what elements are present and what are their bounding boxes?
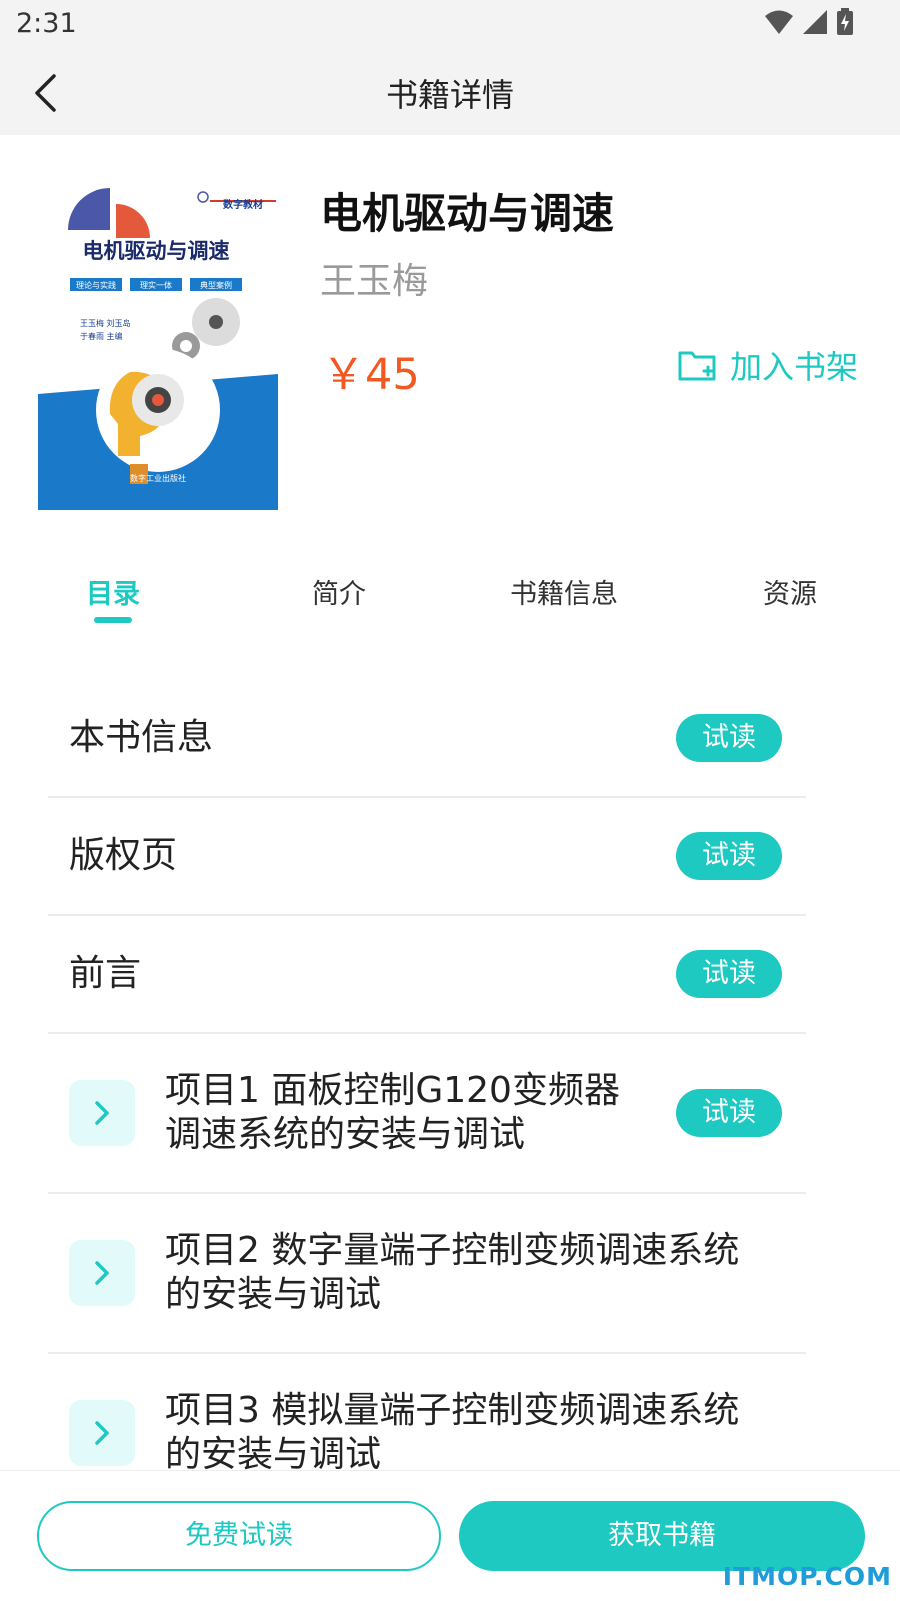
cover-tag-3: 典型案例 (200, 280, 232, 290)
status-time: 2:31 (16, 8, 77, 39)
trial-read-button[interactable]: 试读 (676, 1089, 782, 1137)
expand-button[interactable] (69, 1080, 135, 1146)
get-book-button[interactable]: 获取书籍 (459, 1501, 865, 1571)
tab-intro[interactable]: 简介 (312, 572, 366, 611)
chapter-title-line: 项目1 面板控制G120变频器 (165, 1070, 620, 1111)
chapter-title-line: 调速系统的安装与调试 (165, 1114, 526, 1155)
expand-button[interactable] (69, 1400, 135, 1466)
tab-book-info[interactable]: 书籍信息 (510, 572, 618, 611)
add-to-shelf-button[interactable]: 加入书架 (678, 342, 858, 388)
book-cover[interactable]: 数字教材 电机驱动与调速 理论与实践 理实一体 典型案例 王玉梅 刘玉岛 于春雨… (38, 174, 278, 510)
cover-badge: 数字教材 (223, 198, 263, 211)
chevron-right-icon (95, 1261, 109, 1285)
book-author: 王玉梅 (320, 261, 429, 302)
catalog-item[interactable]: 前言 试读 (48, 916, 806, 1034)
cover-authors-2: 于春雨 主编 (80, 331, 123, 341)
catalog-item[interactable]: 版权页 试读 (48, 798, 806, 916)
tab-active-indicator (94, 617, 132, 623)
trial-read-button[interactable]: 试读 (676, 950, 782, 998)
tab-resources[interactable]: 资源 (763, 572, 817, 611)
cover-authors-1: 王玉梅 刘玉岛 (80, 318, 131, 328)
catalog-item-label: 版权页 (69, 835, 178, 876)
chapter-title-line: 项目3 模拟量端子控制变频调速系统 (165, 1390, 740, 1431)
status-icons (764, 8, 854, 36)
book-price: ￥45 (322, 350, 420, 400)
signal-icon (803, 10, 827, 34)
chapter-title-line: 项目2 数字量端子控制变频调速系统 (165, 1230, 740, 1271)
chapter-title: 项目1 面板控制G120变频器 调速系统的安装与调试 (165, 1069, 620, 1157)
expand-button[interactable] (69, 1240, 135, 1306)
chapter-title: 项目2 数字量端子控制变频调速系统 的安装与调试 (165, 1229, 739, 1317)
cover-title: 电机驱动与调速 (83, 238, 230, 263)
cover-art: 数字教材 电机驱动与调速 理论与实践 理实一体 典型案例 王玉梅 刘玉岛 于春雨… (38, 174, 278, 510)
book-title: 电机驱动与调速 (320, 189, 615, 238)
watermark: ITMOP.COM (722, 1562, 892, 1591)
catalog-list: 本书信息 试读 版权页 试读 前言 试读 项目1 面板控制G120变频器 调速系… (48, 680, 806, 1512)
catalog-item-label: 本书信息 (69, 717, 214, 758)
folder-add-icon (678, 351, 716, 381)
cover-publisher: 数字工业出版社 (130, 473, 186, 483)
cover-tag-2: 理实一体 (140, 280, 172, 290)
trial-read-button[interactable]: 试读 (676, 832, 782, 880)
wifi-icon (765, 10, 793, 34)
trial-read-button[interactable]: 试读 (676, 714, 782, 762)
free-read-button[interactable]: 免费试读 (37, 1501, 441, 1571)
page-title: 书籍详情 (385, 76, 514, 114)
chevron-right-icon (95, 1101, 109, 1125)
catalog-item[interactable]: 本书信息 试读 (48, 680, 806, 798)
battery-icon (837, 8, 853, 35)
tab-catalog[interactable]: 目录 (86, 572, 140, 611)
chapter-title: 项目3 模拟量端子控制变频调速系统 的安装与调试 (165, 1389, 739, 1477)
catalog-item-label: 前言 (69, 953, 142, 994)
catalog-chapter[interactable]: 项目2 数字量端子控制变频调速系统 的安装与调试 (48, 1194, 806, 1354)
add-to-shelf-label: 加入书架 (730, 348, 859, 386)
chapter-title-line: 的安装与调试 (165, 1274, 382, 1315)
catalog-chapter[interactable]: 项目1 面板控制G120变频器 调速系统的安装与调试 试读 (48, 1034, 806, 1194)
cover-tag-1: 理论与实践 (76, 280, 116, 290)
chevron-right-icon (95, 1421, 109, 1445)
